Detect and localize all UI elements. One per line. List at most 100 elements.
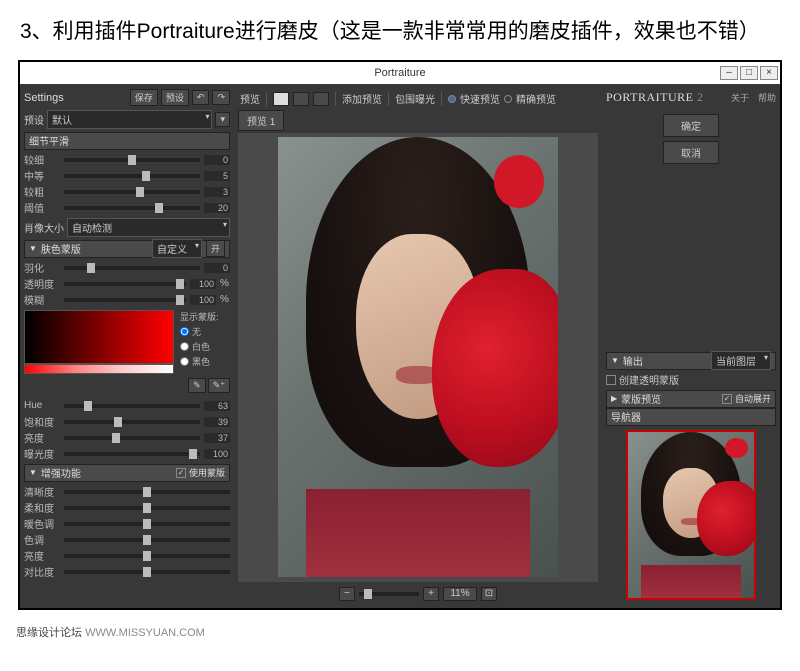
slider-label: 对比度 <box>24 564 60 579</box>
autopreview-checkbox[interactable]: ✓ <box>722 394 732 404</box>
slider-label: 亮度 <box>24 430 60 445</box>
preset-dropdown[interactable]: 默认▾ <box>47 110 212 129</box>
maskpreview-section-header[interactable]: ▶蒙版预览 ✓ 自动展开 <box>606 390 776 408</box>
view-splitv-button[interactable] <box>293 92 309 106</box>
slider-track[interactable] <box>64 522 230 526</box>
output-section-header[interactable]: ▼输出 当前图层▾ <box>606 352 776 370</box>
fast-preview-radio[interactable] <box>448 95 456 103</box>
slider-value[interactable]: 3 <box>204 187 230 197</box>
zoom-out-button[interactable]: − <box>339 587 355 601</box>
ok-button[interactable]: 确定 <box>663 114 719 137</box>
redo-icon[interactable]: ↷ <box>212 90 230 105</box>
maximize-button[interactable]: □ <box>740 66 758 80</box>
slider-value[interactable]: 5 <box>204 171 230 181</box>
preset-button[interactable]: 预设 <box>161 89 189 106</box>
slider-label: 较粗 <box>24 184 60 199</box>
preview-area[interactable] <box>238 133 598 582</box>
slider-track[interactable] <box>64 436 200 440</box>
skinmask-toggle[interactable]: 开 <box>206 240 225 257</box>
enhance-usemask-checkbox[interactable]: ✓ <box>176 468 186 478</box>
slider-track[interactable] <box>64 298 186 302</box>
slider-track[interactable] <box>64 206 200 210</box>
right-panel: PORTRAITURE 2 关于 帮助 确定 取消 ▼输出 当前图层▾ 创建透明… <box>602 84 780 608</box>
slider-亮度: 亮度 <box>24 548 230 564</box>
slider-label: 模糊 <box>24 292 60 307</box>
about-link[interactable]: 关于 <box>731 91 749 104</box>
slider-value[interactable]: 100 <box>204 449 230 459</box>
collapse-icon: ▼ <box>29 244 37 253</box>
cancel-button[interactable]: 取消 <box>663 141 719 164</box>
output-layer-dropdown[interactable]: 当前图层▾ <box>711 351 771 370</box>
zoom-slider[interactable] <box>359 592 419 596</box>
settings-panel: Settings 保存 预设 ↶ ↷ 预设 默认▾ ▾ 细节平滑 较细0中等5较… <box>20 84 234 608</box>
preview-tab[interactable]: 预览 1 <box>238 110 284 131</box>
transparency-checkbox[interactable] <box>606 375 616 385</box>
slider-value[interactable]: 20 <box>204 203 230 213</box>
enhance-section-header[interactable]: ▼ 增强功能 ✓ 使用蒙版 <box>24 464 230 482</box>
eyedropper-icon[interactable]: ✎ <box>188 378 206 393</box>
slider-饱和度: 饱和度 39 <box>24 414 230 430</box>
bracket-exposure-button[interactable]: 包围曝光 <box>395 91 435 106</box>
fast-preview-label: 快速预览 <box>460 91 500 106</box>
view-single-button[interactable] <box>273 92 289 106</box>
slider-track[interactable] <box>64 554 230 558</box>
slider-value[interactable]: 100 <box>190 295 216 305</box>
slider-value[interactable]: 39 <box>204 417 230 427</box>
slider-track[interactable] <box>64 490 230 494</box>
slider-track[interactable] <box>64 420 200 424</box>
preset-extra-icon[interactable]: ▾ <box>215 112 230 127</box>
portrait-size-dropdown[interactable]: 自动检测▾ <box>67 218 230 237</box>
slider-track[interactable] <box>64 190 200 194</box>
slider-曝光度: 曝光度100 <box>24 446 230 462</box>
zoom-fit-button[interactable]: ⊡ <box>481 587 497 601</box>
portrait-size-label: 肖像大小 <box>24 220 64 235</box>
preview-toolbar: 预览 添加预览 包围曝光 快速预览 精确预览 <box>238 88 598 110</box>
slider-track[interactable] <box>64 452 200 456</box>
zoom-value[interactable]: 11% <box>443 587 477 601</box>
slider-value[interactable]: 0 <box>204 155 230 165</box>
slider-label: 饱和度 <box>24 414 60 429</box>
slider-track[interactable] <box>64 404 200 408</box>
slider-清晰度: 清晰度 <box>24 484 230 500</box>
slider-track[interactable] <box>64 538 230 542</box>
preview-image <box>278 137 558 577</box>
slider-value[interactable]: 63 <box>204 401 230 411</box>
slider-track[interactable] <box>64 174 200 178</box>
save-button[interactable]: 保存 <box>130 89 158 106</box>
skinmask-mode-dropdown[interactable]: 自定义▾ <box>152 239 202 258</box>
slider-value[interactable]: 100 <box>190 279 216 289</box>
color-picker[interactable] <box>24 310 174 364</box>
preview-label: 预览 <box>240 91 260 106</box>
settings-label: Settings <box>24 90 64 106</box>
slider-track[interactable] <box>64 266 200 270</box>
add-preview-button[interactable]: 添加预览 <box>342 91 382 106</box>
slider-中等: 中等5 <box>24 168 230 184</box>
close-button[interactable]: × <box>760 66 778 80</box>
navigator-thumbnail[interactable] <box>626 430 756 600</box>
help-link[interactable]: 帮助 <box>758 91 776 104</box>
slider-Hue: Hue 63 <box>24 398 230 414</box>
detail-section-header[interactable]: 细节平滑 <box>24 132 230 150</box>
minimize-button[interactable]: – <box>720 66 738 80</box>
view-splith-button[interactable] <box>313 92 329 106</box>
slider-label: Hue <box>24 400 60 411</box>
navigator-section-header[interactable]: 导航器 <box>606 408 776 426</box>
slider-track[interactable] <box>64 282 186 286</box>
precise-preview-radio[interactable] <box>504 95 512 103</box>
slider-value[interactable]: 37 <box>204 433 230 443</box>
slider-track[interactable] <box>64 506 230 510</box>
radio-none[interactable]: 无 <box>180 325 230 338</box>
undo-icon[interactable]: ↶ <box>192 90 210 105</box>
zoom-in-button[interactable]: + <box>423 587 439 601</box>
preview-panel: 预览 添加预览 包围曝光 快速预览 精确预览 预览 1 <box>234 84 602 608</box>
window-title: Portraiture <box>374 67 425 79</box>
skinmask-section-header[interactable]: ▼ 肤色蒙版 自定义▾ 开 <box>24 240 230 258</box>
slider-label: 羽化 <box>24 260 60 275</box>
radio-white[interactable]: 白色 <box>180 340 230 353</box>
slider-value[interactable]: 0 <box>204 263 230 273</box>
hue-slider[interactable] <box>24 364 174 374</box>
eyedropper-plus-icon[interactable]: ✎⁺ <box>208 378 230 393</box>
radio-black[interactable]: 黑色 <box>180 355 230 368</box>
slider-track[interactable] <box>64 570 230 574</box>
slider-track[interactable] <box>64 158 200 162</box>
